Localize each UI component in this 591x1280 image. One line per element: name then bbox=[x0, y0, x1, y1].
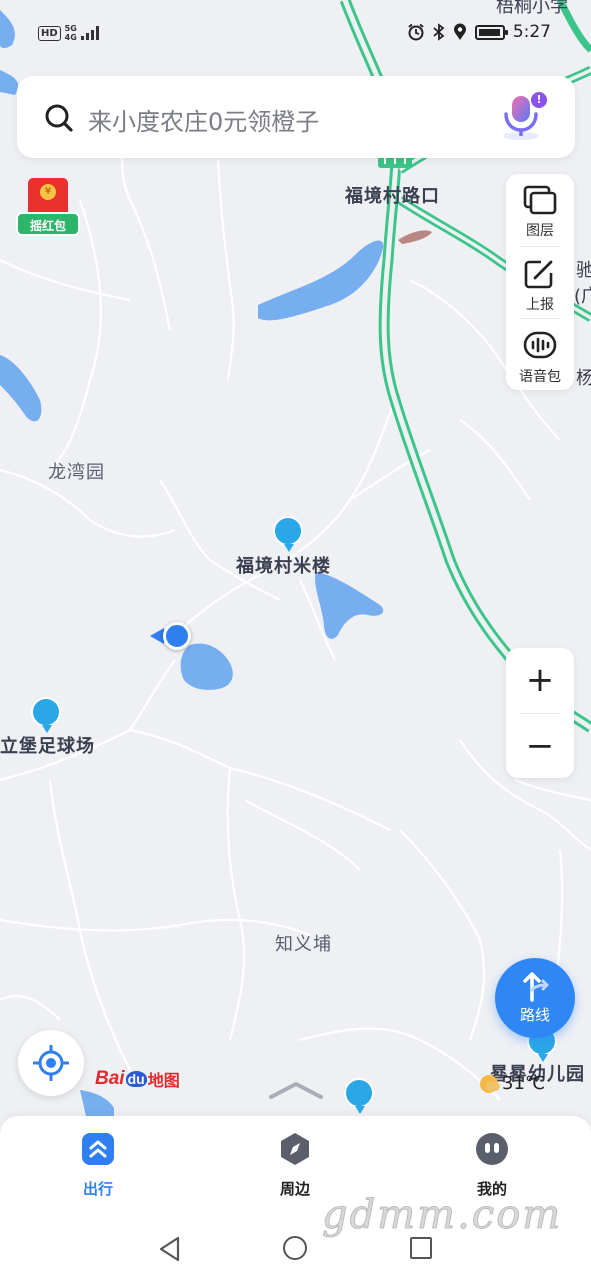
office-poi-icon[interactable] bbox=[344, 1078, 374, 1114]
location-pin-icon bbox=[453, 23, 466, 40]
double-chevron-up-icon bbox=[82, 1133, 114, 1165]
report-button[interactable]: 上报 bbox=[506, 248, 574, 318]
zoom-in-button[interactable]: + bbox=[506, 648, 574, 712]
baidu-map-logo: Bai du 地图 bbox=[95, 1064, 180, 1094]
pull-up-chevron-icon[interactable] bbox=[268, 1080, 324, 1100]
map-label-edge-yang: 杨 bbox=[576, 368, 591, 389]
current-location-marker[interactable] bbox=[163, 622, 191, 650]
mic-notification-badge: ! bbox=[531, 92, 547, 108]
logo-du: du bbox=[125, 1071, 147, 1087]
red-packet-label: 摇红包 bbox=[16, 212, 80, 236]
divider bbox=[520, 318, 560, 319]
status-bar-right: 5:27 bbox=[407, 22, 551, 42]
search-icon bbox=[45, 104, 73, 132]
partly-sunny-icon bbox=[480, 1074, 500, 1093]
layers-label: 图层 bbox=[526, 223, 554, 239]
profile-face-icon bbox=[476, 1133, 508, 1165]
battery-icon bbox=[474, 24, 508, 40]
tab-nearby[interactable]: 周边 bbox=[245, 1132, 345, 1199]
temperature: 31℃ bbox=[502, 1073, 546, 1094]
logo-map: 地图 bbox=[147, 1073, 180, 1090]
home-icon[interactable] bbox=[283, 1236, 307, 1260]
edit-report-icon bbox=[524, 260, 553, 289]
hd-indicator: HD bbox=[38, 25, 61, 41]
voice-pack-label: 语音包 bbox=[519, 369, 561, 385]
status-bar-left: HD 5G 4G bbox=[38, 24, 99, 42]
network-type-top: 5G bbox=[64, 24, 77, 33]
map-label-fujing-mi[interactable]: 福境村米楼 bbox=[236, 552, 331, 578]
coin-icon: ¥ bbox=[40, 184, 56, 200]
network-type-bottom: 4G bbox=[64, 33, 77, 42]
search-bar[interactable]: 来小度农庄0元领橙子 ! bbox=[17, 76, 575, 158]
layers-icon bbox=[523, 185, 557, 215]
route-label: 路线 bbox=[519, 1006, 550, 1024]
map-label-zhiyi[interactable]: 知义埔 bbox=[275, 930, 332, 956]
heading-arrow-icon bbox=[150, 628, 164, 644]
layers-button[interactable]: 图层 bbox=[506, 174, 574, 244]
tab-travel[interactable]: 出行 bbox=[48, 1132, 148, 1199]
building-poi-icon[interactable] bbox=[273, 516, 303, 552]
bluetooth-icon bbox=[433, 23, 445, 41]
clock: 5:27 bbox=[512, 22, 551, 42]
signal-icon bbox=[80, 26, 99, 40]
route-button[interactable]: 路线 bbox=[495, 958, 575, 1038]
voice-pack-button[interactable]: 语音包 bbox=[506, 320, 574, 390]
weather-widget[interactable]: 31℃ bbox=[480, 1073, 545, 1094]
zoom-controls: + − bbox=[506, 648, 574, 778]
zoom-out-button[interactable]: − bbox=[506, 714, 574, 778]
back-icon[interactable] bbox=[158, 1236, 182, 1262]
map-label-edge-chi: 驰 bbox=[576, 260, 591, 281]
tab-travel-label: 出行 bbox=[82, 1180, 113, 1198]
red-packet-button[interactable]: ¥ 摇红包 bbox=[14, 176, 82, 238]
divider bbox=[520, 246, 560, 247]
recent-apps-icon[interactable] bbox=[410, 1237, 432, 1259]
voice-pack-icon bbox=[523, 331, 557, 359]
map-label-fujing-crossing[interactable]: 福境村路口 bbox=[345, 182, 440, 208]
map-tools-panel: 图层 上报 语音包 bbox=[506, 174, 574, 390]
system-nav-bar bbox=[0, 1216, 591, 1280]
search-input[interactable]: 来小度农庄0元领橙子 bbox=[88, 102, 319, 137]
stadium-poi-icon[interactable] bbox=[31, 697, 61, 733]
route-arrow-icon bbox=[523, 972, 549, 1002]
alarm-icon bbox=[408, 23, 424, 41]
report-label: 上报 bbox=[526, 297, 554, 313]
network-type: 5G 4G bbox=[65, 24, 77, 42]
map-label-edge-guang: (广 bbox=[574, 286, 591, 307]
my-location-button[interactable] bbox=[18, 1030, 84, 1096]
locate-crosshair-icon bbox=[33, 1045, 69, 1081]
tab-mine[interactable]: 我的 bbox=[442, 1132, 542, 1199]
logo-bai: Bai bbox=[95, 1068, 125, 1089]
map-label-longwan[interactable]: 龙湾园 bbox=[48, 458, 105, 484]
compass-icon bbox=[281, 1133, 309, 1165]
map-label-football[interactable]: 立堡足球场 bbox=[0, 732, 95, 758]
status-bar: HD 5G 4G 5:27 bbox=[0, 14, 591, 54]
